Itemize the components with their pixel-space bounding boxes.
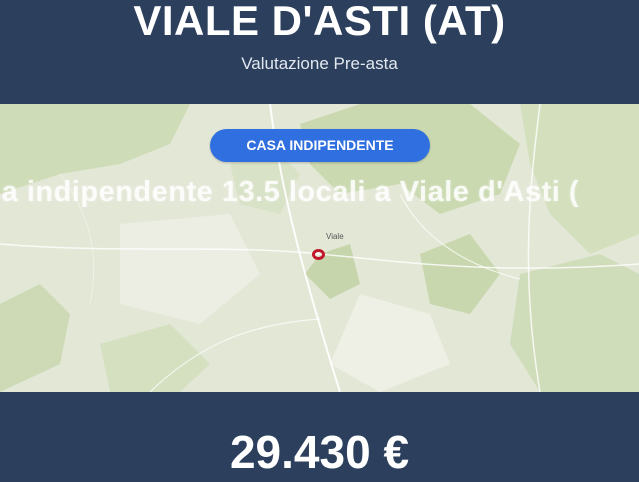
page-title: VIALE D'ASTI (AT) xyxy=(133,0,506,44)
price-value: 29.430 € xyxy=(229,426,410,478)
location-map[interactable]: CASA INDIPENDENTE sa indipendente 13.5 l… xyxy=(0,104,639,392)
price-banner: 29.430 € xyxy=(0,392,639,480)
map-place-label: Viale xyxy=(326,232,344,241)
listing-description: sa indipendente 13.5 locali a Viale d'As… xyxy=(0,176,580,208)
page-subtitle: Valutazione Pre-asta xyxy=(241,54,398,73)
property-type-badge: CASA INDIPENDENTE xyxy=(210,129,430,162)
header-banner: VIALE D'ASTI (AT) Valutazione Pre-asta xyxy=(0,0,639,104)
location-marker-icon[interactable] xyxy=(312,249,325,260)
